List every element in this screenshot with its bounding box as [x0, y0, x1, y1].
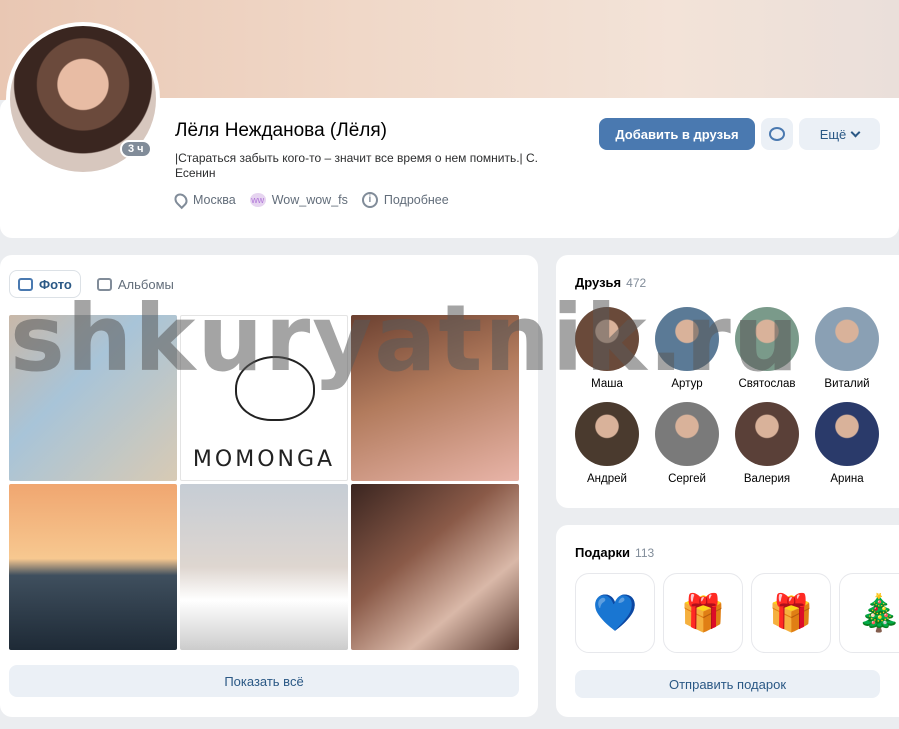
- photo-thumbnail[interactable]: [9, 484, 177, 650]
- gift-item[interactable]: 🎁: [663, 573, 743, 653]
- photos-card: Фото Альбомы MOMONGA Показать всё: [0, 255, 538, 717]
- more-info-link[interactable]: i Подробнее: [361, 192, 449, 208]
- chevron-down-icon: [850, 127, 861, 137]
- friend-avatar[interactable]: [815, 402, 879, 466]
- friends-header[interactable]: Друзья 472: [575, 275, 646, 290]
- friend-name[interactable]: Маша: [591, 378, 623, 390]
- profile-info-row: Москва ww Wow_wow_fs i Подробнее: [171, 190, 449, 210]
- friend-name[interactable]: Артур: [671, 378, 702, 390]
- friend-name[interactable]: Арина: [830, 473, 863, 485]
- add-friend-button[interactable]: Добавить в друзья: [599, 118, 755, 150]
- friend-avatar[interactable]: [575, 402, 639, 466]
- gifts-count: 113: [635, 546, 655, 560]
- tab-photos[interactable]: Фото: [9, 270, 81, 298]
- photo-thumbnail[interactable]: [351, 484, 519, 650]
- photo-tabs: Фото Альбомы: [9, 270, 182, 298]
- city-info: Москва: [171, 190, 236, 210]
- momonga-text: MOMONGA: [192, 447, 336, 472]
- momonga-illustration: [235, 356, 315, 421]
- more-label: Ещё: [819, 126, 847, 142]
- send-gift-button[interactable]: Отправить подарок: [575, 670, 880, 698]
- last-seen-badge: 3 ч: [120, 140, 152, 158]
- location-pin-icon: [171, 190, 191, 210]
- friends-card: Друзья 472 Маша Артур Святослав Виталий Андре…: [556, 255, 899, 508]
- friend-avatar[interactable]: [655, 402, 719, 466]
- friends-grid: Маша Артур Святослав Виталий Андрей Сергей Вал…: [575, 307, 879, 485]
- friend-name[interactable]: Виталий: [824, 378, 869, 390]
- gifts-title: Подарки: [575, 545, 631, 560]
- message-bubble-icon: [769, 127, 785, 141]
- photo-thumbnail[interactable]: MOMONGA: [180, 315, 348, 481]
- photo-thumbnail[interactable]: [351, 315, 519, 481]
- friend-avatar[interactable]: [575, 307, 639, 371]
- photo-thumbnail[interactable]: [9, 315, 177, 481]
- friend-item[interactable]: Сергей: [655, 402, 719, 485]
- community-label[interactable]: Wow_wow_fs: [272, 193, 348, 207]
- gifts-header[interactable]: Подарки 113: [575, 545, 654, 560]
- info-icon: i: [361, 192, 378, 208]
- friends-title: Друзья: [575, 275, 622, 290]
- friend-item[interactable]: Андрей: [575, 402, 639, 485]
- friend-item[interactable]: Виталий: [815, 307, 879, 390]
- friend-name[interactable]: Андрей: [587, 473, 627, 485]
- gifts-card: Подарки 113 💙 🎁 🎁 🎄 Отправить подарок: [556, 525, 899, 717]
- gift-item[interactable]: 💙: [575, 573, 655, 653]
- city-label: Москва: [193, 193, 236, 207]
- friend-item[interactable]: Маша: [575, 307, 639, 390]
- more-info-label[interactable]: Подробнее: [384, 193, 449, 207]
- show-all-button[interactable]: Показать всё: [9, 665, 519, 697]
- friend-name[interactable]: Святослав: [738, 378, 795, 390]
- friend-name[interactable]: Сергей: [668, 473, 706, 485]
- friend-avatar[interactable]: [815, 307, 879, 371]
- more-button[interactable]: Ещё: [799, 118, 880, 150]
- profile-name: Лёля Нежданова (Лёля): [175, 120, 387, 141]
- album-icon: [96, 277, 112, 291]
- profile-status: |Стараться забыть кого-то – значит все в…: [175, 151, 539, 180]
- community-icon: ww: [249, 193, 266, 207]
- friend-avatar[interactable]: [735, 402, 799, 466]
- gift-item[interactable]: 🎁: [751, 573, 831, 653]
- gifts-row: 💙 🎁 🎁 🎄: [575, 573, 899, 653]
- gift-item[interactable]: 🎄: [839, 573, 899, 653]
- photo-icon: [18, 277, 33, 291]
- friend-avatar[interactable]: [735, 307, 799, 371]
- friend-item[interactable]: Артур: [655, 307, 719, 390]
- tab-photos-label: Фото: [39, 276, 72, 292]
- photo-grid: MOMONGA: [9, 315, 519, 650]
- friend-item[interactable]: Арина: [815, 402, 879, 485]
- friends-count: 472: [626, 276, 647, 290]
- photo-thumbnail[interactable]: [180, 484, 348, 650]
- friend-item[interactable]: Святослав: [735, 307, 799, 390]
- community-link[interactable]: ww Wow_wow_fs: [249, 193, 348, 207]
- friend-name[interactable]: Валерия: [744, 473, 790, 485]
- tab-albums[interactable]: Альбомы: [89, 270, 182, 298]
- tab-albums-label: Альбомы: [117, 276, 174, 292]
- message-button[interactable]: [761, 118, 793, 150]
- friend-avatar[interactable]: [655, 307, 719, 371]
- friend-item[interactable]: Валерия: [735, 402, 799, 485]
